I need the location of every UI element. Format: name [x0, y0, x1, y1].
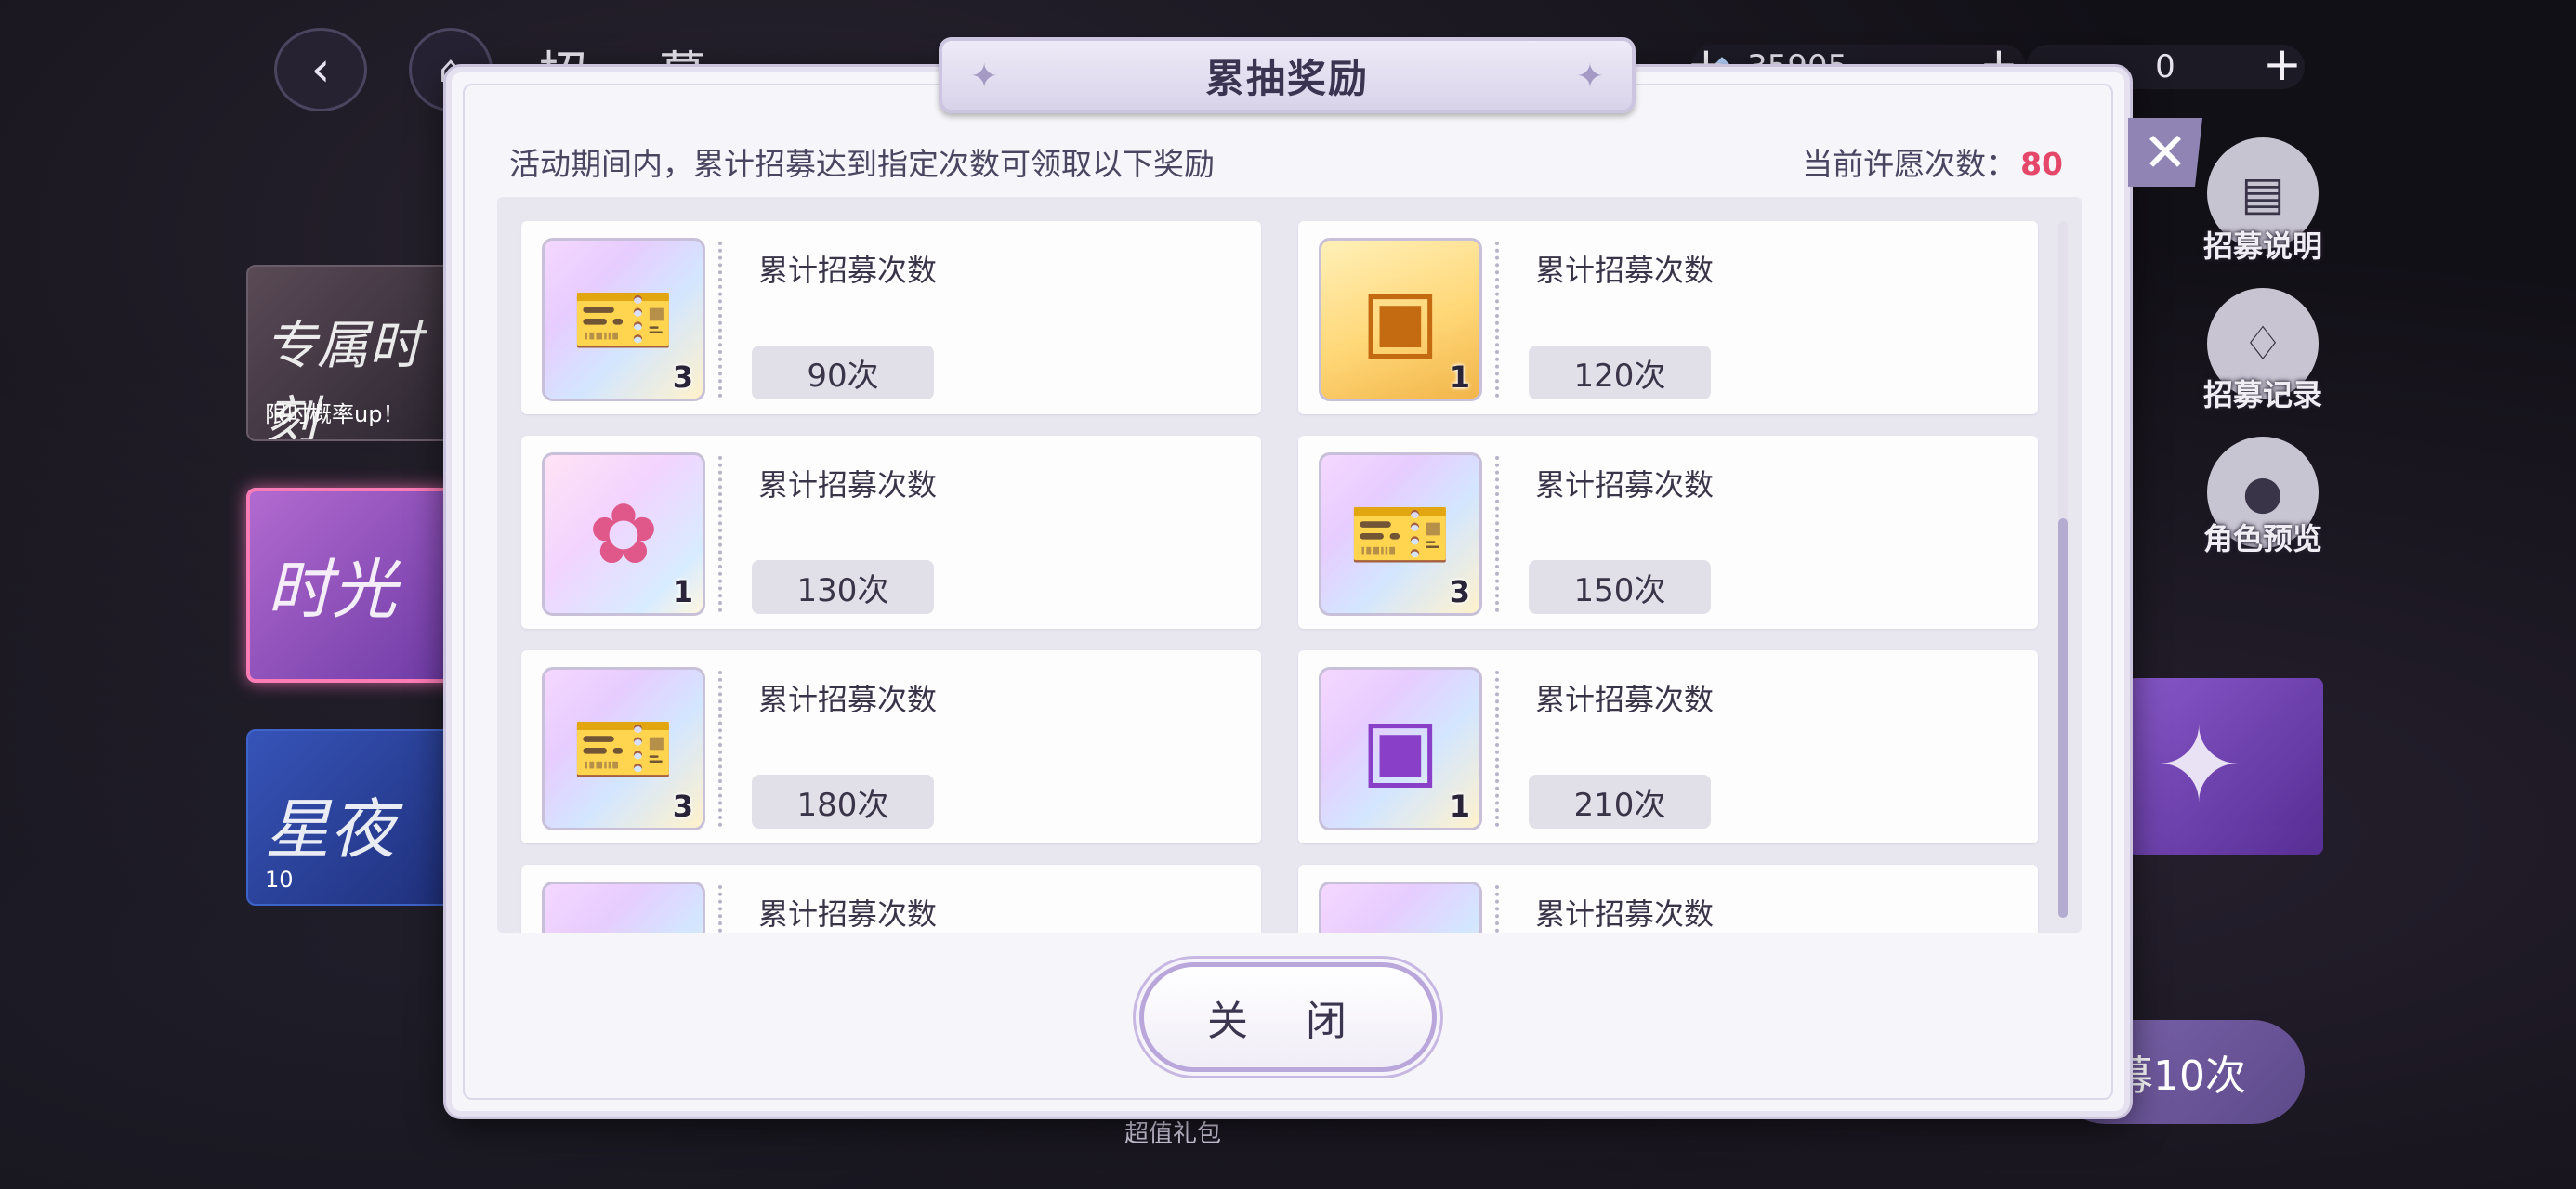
reward-label: 累计招募次数	[1535, 467, 1715, 503]
reward-threshold: 120次	[1529, 346, 1711, 399]
card-divider	[718, 456, 722, 612]
side-label-records: 招募记录	[2202, 377, 2322, 412]
reward-card[interactable]: ▣ 1 累计招募次数 120次	[1298, 221, 2038, 414]
banner-title: 星夜	[265, 791, 395, 868]
banner-starnight[interactable]: 星夜 10	[246, 729, 460, 906]
reward-item[interactable]: 🎫 3	[542, 238, 705, 401]
reward-card[interactable]: ▣ 1 累计招募次数 210次	[1298, 650, 2038, 843]
reward-item[interactable]: 🎫	[1319, 882, 1482, 933]
card-divider	[1495, 456, 1499, 612]
reward-card[interactable]: 🎫 累计招募次数	[1298, 865, 2038, 933]
wish-count: 当前许愿次数： 80	[1802, 139, 2063, 184]
banner-exclusive[interactable]: 专属时刻 限时概率up！	[246, 265, 460, 441]
reward-threshold: 180次	[752, 775, 934, 829]
back-arrow-icon[interactable]: ‹	[274, 28, 367, 111]
card-divider	[718, 885, 722, 933]
sparkle-icon: ✦	[2156, 706, 2242, 825]
ticket-count: 0	[2155, 48, 2175, 85]
card-divider	[1495, 671, 1499, 827]
add-ticket-button[interactable]: +	[2263, 37, 2302, 91]
card-divider	[718, 242, 722, 398]
reward-label: 累计招募次数	[758, 467, 938, 503]
reward-threshold: 90次	[752, 346, 934, 399]
banner-time[interactable]: 时光	[246, 488, 460, 683]
reward-threshold: 150次	[1529, 560, 1711, 614]
wish-count-value: 80	[2020, 146, 2063, 182]
ticket-icon: 🎫	[545, 884, 703, 934]
reward-list[interactable]: 🎫 3 累计招募次数 90次 ▣ 1 累计招募次数 120次 ✿ 1 累计招募次数 130次 🎫 3 累计招…	[497, 197, 2082, 933]
featured-art: ✦	[2128, 678, 2323, 855]
close-icon[interactable]: ✕	[2128, 118, 2202, 187]
reward-card[interactable]: ✿ 1 累计招募次数 130次	[521, 436, 1261, 629]
reward-label: 累计招募次数	[1535, 682, 1715, 717]
gift-pack-label[interactable]: 超值礼包	[1124, 1115, 1221, 1149]
reward-quantity: 3	[1449, 574, 1470, 609]
dialog-title-plate: ✦ 累抽奖励 ✦	[939, 37, 1636, 113]
reward-item[interactable]: 🎫 3	[542, 667, 705, 830]
reward-quantity: 3	[672, 359, 693, 395]
reward-item[interactable]: ▣ 1	[1319, 667, 1482, 830]
scrollbar[interactable]	[2058, 221, 2068, 918]
reward-quantity: 1	[1449, 789, 1470, 824]
reward-item[interactable]: ▣ 1	[1319, 238, 1482, 401]
card-divider	[1495, 885, 1499, 933]
reward-label: 累计招募次数	[758, 682, 938, 717]
reward-quantity: 3	[672, 789, 693, 824]
side-label-rules: 招募说明	[2202, 229, 2322, 264]
close-button[interactable]: 关 闭	[1139, 962, 1437, 1072]
card-divider	[1495, 242, 1499, 398]
dialog-description: 活动期间内，累计招募达到指定次数可领取以下奖励	[509, 146, 1215, 182]
reward-quantity: 1	[1449, 359, 1470, 395]
recruit-10-label: 募10次	[2112, 1052, 2246, 1100]
reward-item[interactable]: ✿ 1	[542, 452, 705, 616]
reward-item[interactable]: 🎫 3	[1319, 452, 1482, 616]
star-icon: ✦	[970, 58, 999, 96]
reward-label: 累计招募次数	[758, 896, 938, 932]
ticket-icon: 🎫	[1321, 884, 1479, 934]
reward-label: 累计招募次数	[1535, 896, 1715, 932]
card-divider	[718, 671, 722, 827]
reward-threshold: 130次	[752, 560, 934, 614]
wish-count-label: 当前许愿次数：	[1802, 146, 2017, 182]
reward-card[interactable]: 🎫 3 累计招募次数 180次	[521, 650, 1261, 843]
banner-title: 时光	[267, 552, 397, 628]
reward-threshold: 210次	[1529, 775, 1711, 829]
side-label-preview: 角色预览	[2202, 521, 2322, 556]
dialog-title: 累抽奖励	[1204, 55, 1369, 101]
reward-label: 累计招募次数	[758, 253, 938, 288]
reward-label: 累计招募次数	[1535, 253, 1715, 288]
reward-item[interactable]: 🎫	[542, 882, 705, 933]
star-icon: ✦	[1575, 58, 1604, 96]
reward-quantity: 1	[672, 574, 693, 609]
scrollbar-thumb[interactable]	[2058, 518, 2068, 918]
reward-card[interactable]: 🎫 3 累计招募次数 90次	[521, 221, 1261, 414]
banner-subtitle: 10	[265, 867, 294, 893]
reward-card[interactable]: 🎫 3 累计招募次数 150次	[1298, 436, 2038, 629]
banner-subtitle: 限时概率up！	[265, 401, 405, 427]
reward-card[interactable]: 🎫 累计招募次数	[521, 865, 1261, 933]
close-button-label: 关 闭	[1207, 998, 1369, 1045]
